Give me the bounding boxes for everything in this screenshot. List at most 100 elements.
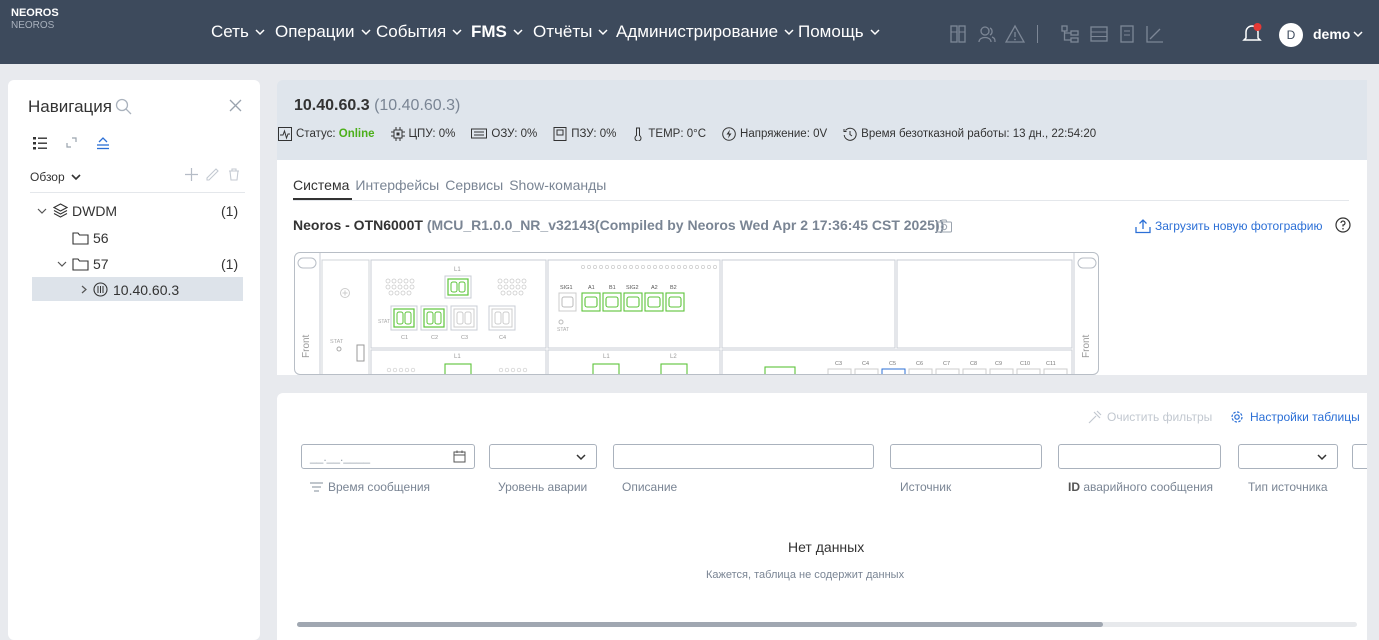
column-header-source-type[interactable]: Тип источника: [1248, 480, 1328, 494]
tree-node-dwdm[interactable]: DWDM: [72, 203, 117, 219]
menu-label: Администрирование: [616, 22, 779, 41]
collapse-icon[interactable]: [96, 136, 110, 150]
menu-operations[interactable]: Операции: [275, 22, 372, 42]
menu-help[interactable]: Помощь: [798, 22, 881, 42]
date-placeholder: __.__.____: [310, 449, 371, 464]
table-settings-button[interactable]: Настройки таблицы: [1230, 410, 1360, 424]
port-label: A1: [588, 285, 595, 291]
chevron-down-icon: [513, 29, 523, 36]
empty-subtitle: Кажется, таблица не содержит данных: [706, 569, 905, 581]
card4-l1: L1: [603, 354, 610, 360]
clear-filter-icon: [1088, 410, 1102, 424]
user-menu[interactable]: demo: [1313, 26, 1364, 42]
alarm-id-filter-input[interactable]: [1058, 444, 1221, 469]
rack-icon[interactable]: [948, 24, 968, 44]
svg-text:STAT: STAT: [378, 319, 390, 325]
upload-photo-link[interactable]: Загрузить новую фотографию: [1135, 218, 1323, 234]
status-item: Статус: Online: [278, 127, 375, 141]
list-icon[interactable]: [33, 136, 47, 150]
users-icon[interactable]: [977, 24, 997, 44]
port-label: C7: [943, 361, 950, 367]
camera-icon[interactable]: [936, 219, 952, 233]
menu-reports[interactable]: Отчёты: [533, 22, 609, 42]
port-label: C9: [995, 361, 1002, 367]
empty-title: Нет данных: [788, 539, 865, 555]
chart-icon[interactable]: [1145, 24, 1165, 44]
topology-icon[interactable]: [1060, 24, 1080, 44]
port-label: A2: [651, 285, 658, 291]
alarms-table-card: [277, 393, 1367, 640]
port-label: C5: [889, 361, 896, 367]
search-icon[interactable]: [115, 98, 132, 115]
voltage-icon: [722, 127, 736, 141]
extra-filter-input[interactable]: [1352, 444, 1367, 469]
table-settings-label: Настройки таблицы: [1250, 410, 1360, 424]
tab-interfaces[interactable]: Интерфейсы: [355, 177, 439, 193]
column-header-description[interactable]: Описание: [622, 480, 677, 494]
port-label: C11: [1046, 361, 1056, 367]
help-icon[interactable]: [1335, 217, 1351, 233]
bell-icon[interactable]: [1241, 22, 1263, 44]
scrollbar-thumb[interactable]: [297, 622, 1103, 627]
close-icon[interactable]: [228, 98, 243, 113]
chevron-right-icon[interactable]: [79, 285, 88, 294]
port-label: B2: [670, 285, 677, 291]
chevron-down-icon[interactable]: [37, 206, 47, 216]
uptime-item: Время безотказной работы: 13 дн., 22:54:…: [843, 127, 1096, 141]
edit-icon[interactable]: [206, 168, 219, 181]
port-label: B1: [609, 285, 616, 291]
chevron-down-icon[interactable]: [57, 259, 67, 269]
toolbar-divider: [1037, 25, 1038, 43]
column-header-alarm-id[interactable]: ID аварийного сообщения: [1068, 480, 1213, 494]
expand-icon[interactable]: [66, 137, 77, 148]
column-header-source[interactable]: Источник: [900, 480, 951, 494]
navigation-panel: [8, 80, 260, 640]
date-filter-input[interactable]: __.__.____: [301, 444, 475, 469]
column-header-level[interactable]: Уровень аварии: [498, 480, 587, 494]
overview-dropdown[interactable]: Обзор: [30, 170, 82, 184]
warning-icon[interactable]: [1005, 24, 1025, 44]
tab-system[interactable]: Система: [293, 177, 349, 193]
port-label: C4: [499, 335, 506, 341]
port-label: SIG2: [626, 285, 639, 291]
delete-icon[interactable]: [228, 168, 240, 181]
stat-label: STAT: [330, 339, 344, 345]
chevron-down-icon: [598, 29, 608, 36]
memory-icon: [471, 128, 488, 139]
port-label: C1: [401, 335, 408, 341]
tree-node-56[interactable]: 56: [93, 230, 109, 246]
tab-services[interactable]: Сервисы: [445, 177, 503, 193]
source-filter-input[interactable]: [890, 444, 1042, 469]
navigation-title: Навигация: [28, 97, 112, 116]
brand-title[interactable]: NEOROS: [11, 7, 59, 19]
tree-node-device[interactable]: 10.40.60.3: [113, 282, 179, 298]
column-label: аварийного сообщения: [1083, 480, 1214, 494]
menu-fms[interactable]: FMS: [471, 22, 524, 42]
avatar[interactable]: D: [1279, 23, 1303, 47]
menu-events[interactable]: События: [376, 22, 463, 42]
alarm-level-select[interactable]: [489, 444, 597, 469]
gear-icon: [1231, 411, 1243, 423]
port-label: C8: [970, 361, 977, 367]
menu-administration[interactable]: Администрирование: [616, 22, 795, 42]
folder-icon: [72, 232, 89, 245]
tab-show-commands[interactable]: Show-команды: [509, 177, 606, 193]
tree-node-57[interactable]: 57: [93, 256, 109, 272]
description-filter-input[interactable]: [613, 444, 874, 469]
add-icon[interactable]: [185, 168, 198, 181]
device-tabs: Система Интерфейсы Сервисы Show-команды: [293, 177, 606, 193]
front-label-left: Front: [301, 334, 312, 358]
column-header-time[interactable]: Время сообщения: [310, 480, 430, 494]
port-label: C4: [862, 361, 869, 367]
status-line: Статус: Online ЦПУ: 0% ОЗУ: 0% ПЗУ: 0% T…: [278, 127, 1096, 141]
card1-l1: L1: [454, 267, 461, 273]
menu-network[interactable]: Сеть: [211, 22, 266, 42]
list-view-icon[interactable]: [1089, 24, 1109, 44]
upload-icon: [1135, 219, 1151, 234]
column-label: Время сообщения: [328, 480, 431, 494]
source-type-select[interactable]: [1238, 444, 1338, 469]
port-label: SIG1: [560, 285, 573, 291]
clear-filters-button[interactable]: Очистить фильтры: [1088, 410, 1212, 424]
document-icon[interactable]: [1117, 24, 1137, 44]
device-firmware: (MCU_R1.0.0_NR_v32143(Compiled by Neoros…: [426, 217, 945, 233]
